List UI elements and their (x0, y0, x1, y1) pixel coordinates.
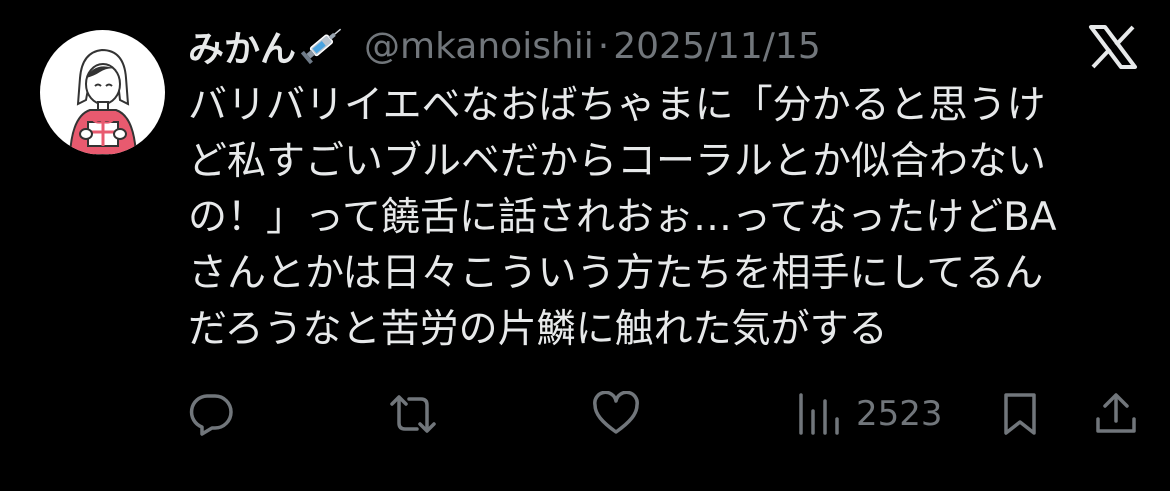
avatar[interactable] (40, 30, 165, 155)
tweet-text-line: の！」って饒舌に話されおぉ…ってなったけどBA (188, 195, 1057, 240)
syringe-icon (300, 23, 346, 69)
user-handle[interactable]: @mkanoishii (364, 26, 594, 67)
views-button[interactable]: 2523 (796, 384, 943, 444)
tweet: みかん @mkanoishii · 2025/11/15 バリバリイエベなおばち… (0, 0, 1170, 491)
bookmark-button[interactable] (1000, 384, 1040, 444)
heart-icon (593, 391, 639, 434)
header-separator: · (597, 25, 610, 67)
tweet-text-line: さんとかは日々こういう方たちを相手にしてるん (188, 251, 1044, 296)
tweet-text-line: ど私すごいブルベだからコーラルとか似合わない (188, 139, 1047, 184)
retweet-button[interactable] (388, 384, 438, 444)
tweet-text-line: バリバリイエベなおばちゃまに「分かると思うけ (188, 83, 1046, 128)
tweet-date[interactable]: 2025/11/15 (613, 26, 821, 67)
like-button[interactable] (592, 384, 640, 444)
share-icon (1096, 393, 1136, 433)
reply-icon (189, 394, 233, 436)
reply-button[interactable] (188, 384, 234, 444)
tweet-text-line: だろうなと苦労の片鱗に触れた気がする (188, 307, 888, 352)
display-name[interactable]: みかん (188, 20, 296, 72)
action-bar: 2523 (0, 384, 1170, 444)
share-button[interactable] (1094, 384, 1138, 444)
views-icon (799, 393, 839, 435)
views-count: 2523 (856, 394, 943, 434)
tweet-header: みかん @mkanoishii · 2025/11/15 (188, 18, 821, 74)
retweet-icon (390, 395, 436, 433)
tweet-text: バリバリイエベなおばちゃまに「分かると思うけ ど私すごいブルベだからコーラルとか… (188, 78, 1148, 358)
x-logo-icon[interactable] (1087, 25, 1139, 69)
bookmark-icon (1004, 393, 1036, 435)
avatar-illustration (68, 48, 138, 155)
